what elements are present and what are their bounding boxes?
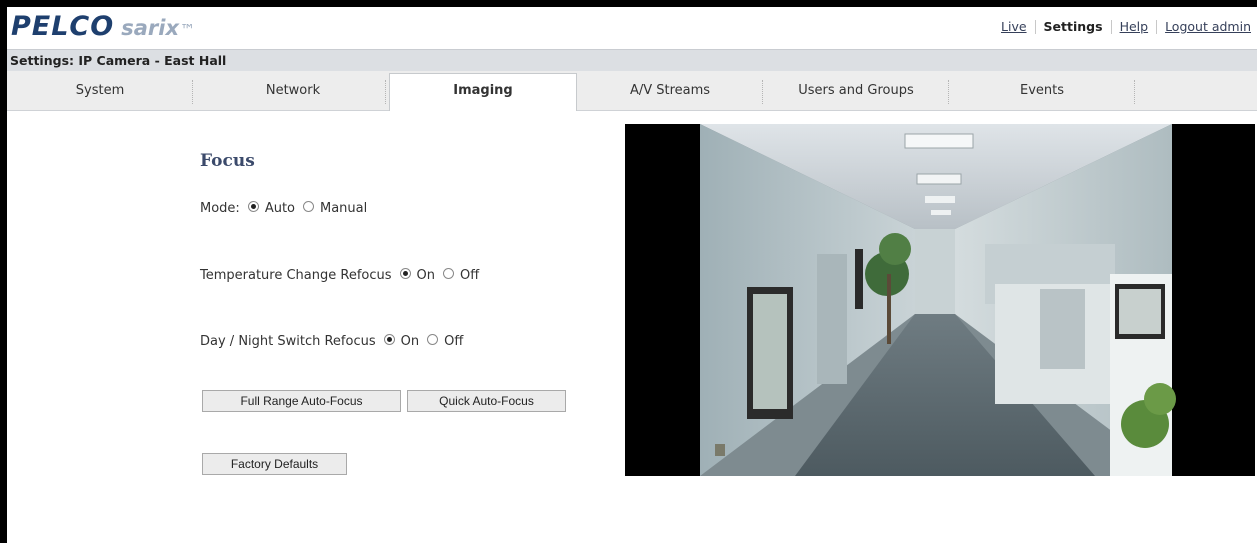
temperature-refocus-off-label: Off (460, 267, 480, 283)
link-separator (1156, 19, 1158, 34)
breadcrumb: Settings: IP Camera - East Hall (7, 49, 1257, 71)
imaging-content: Focus Mode: Auto Manual Temperature Chan… (7, 111, 1257, 543)
tab-users-and-groups[interactable]: Users and Groups (763, 76, 949, 110)
tab-events[interactable]: Events (949, 76, 1135, 110)
temperature-refocus-label: Temperature Change Refocus (200, 267, 392, 283)
focus-panel: Focus Mode: Auto Manual Temperature Chan… (200, 111, 620, 511)
full-range-auto-focus-button[interactable]: Full Range Auto-Focus (202, 390, 401, 412)
focus-mode-manual-label: Manual (320, 200, 368, 216)
logo-brand: PELCO (11, 11, 115, 42)
tab-system[interactable]: System (7, 76, 193, 110)
logo-trademark: ™ (180, 21, 195, 39)
settings-tabs: System Network Imaging A/V Streams Users… (7, 71, 1257, 111)
tab-av-streams[interactable]: A/V Streams (577, 76, 763, 110)
camera-image (625, 124, 1255, 476)
temperature-refocus-on-radio[interactable] (399, 267, 411, 279)
tab-network[interactable]: Network (200, 76, 386, 110)
settings-link[interactable]: Settings (1044, 19, 1103, 34)
tab-label: Network (265, 83, 321, 98)
link-separator (1110, 19, 1112, 34)
temperature-refocus-off-radio[interactable] (443, 267, 455, 279)
quick-auto-focus-button[interactable]: Quick Auto-Focus (407, 390, 566, 412)
tab-divider (192, 80, 193, 104)
link-separator (1034, 19, 1036, 34)
tab-divider (385, 80, 386, 104)
tab-divider (1134, 80, 1135, 104)
focus-mode-label: Mode: (200, 200, 240, 216)
focus-mode-auto-radio[interactable] (247, 200, 259, 212)
day-night-refocus-on-radio[interactable] (383, 333, 395, 345)
tab-label: Users and Groups (798, 83, 914, 98)
pelco-sarix-logo: PELCO sarix ™ (11, 11, 195, 42)
help-link[interactable]: Help (1120, 19, 1149, 34)
factory-defaults-button[interactable]: Factory Defaults (202, 453, 347, 475)
tab-label: Imaging (453, 83, 513, 98)
live-link[interactable]: Live (1001, 19, 1027, 34)
day-night-refocus-on-label: On (400, 333, 420, 349)
focus-mode-row: Mode: Auto Manual (200, 199, 367, 217)
day-night-refocus-off-radio[interactable] (427, 333, 439, 345)
settings-page: PELCO sarix ™ Live Settings Help Logout … (7, 7, 1257, 543)
focus-mode-manual-radio[interactable] (303, 200, 314, 212)
header: PELCO sarix ™ Live Settings Help Logout … (7, 7, 1257, 49)
temperature-refocus-row: Temperature Change Refocus On Off (200, 266, 479, 284)
section-title: Focus (200, 151, 255, 171)
top-navigation: Live Settings Help Logout admin (1001, 19, 1251, 34)
logo-product: sarix (121, 16, 179, 40)
day-night-refocus-row: Day / Night Switch Refocus On Off (200, 332, 463, 350)
tab-label: Events (1019, 83, 1064, 98)
temperature-refocus-on-label: On (416, 267, 436, 283)
day-night-refocus-off-label: Off (444, 333, 464, 349)
logout-link[interactable]: Logout admin (1165, 19, 1251, 34)
day-night-refocus-label: Day / Night Switch Refocus (200, 333, 376, 349)
tab-imaging[interactable]: Imaging (389, 73, 577, 111)
tab-label: System (75, 83, 125, 98)
focus-mode-auto-label: Auto (264, 200, 295, 216)
camera-live-view (625, 124, 1255, 476)
tab-label: A/V Streams (629, 83, 711, 98)
